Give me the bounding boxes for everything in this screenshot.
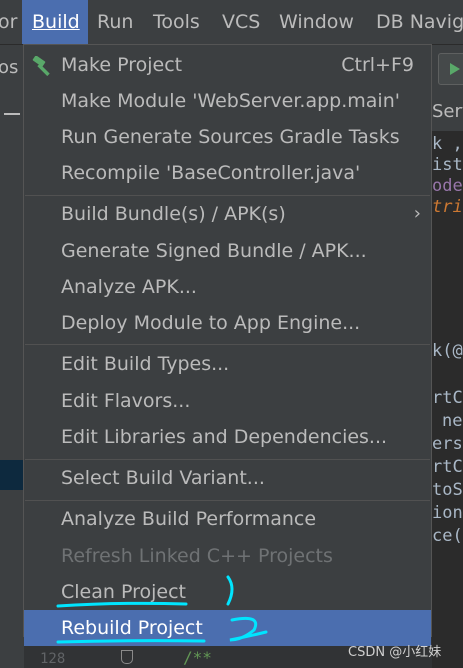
menu-separator bbox=[25, 344, 430, 345]
menu-item-generate-signed[interactable]: Generate Signed Bundle / APK... bbox=[24, 233, 431, 269]
line-number: 128 bbox=[40, 651, 66, 667]
menu-item-label: Run Generate Sources Gradle Tasks bbox=[61, 126, 400, 148]
menu-db-navigator[interactable]: DB Navig bbox=[376, 0, 463, 44]
menu-item-label: Deploy Module to App Engine... bbox=[61, 312, 361, 334]
minimize-icon[interactable] bbox=[4, 113, 20, 115]
menu-item-label: Edit Flavors... bbox=[61, 390, 191, 412]
hammer-icon bbox=[32, 56, 50, 76]
menu-item-label: Analyze APK... bbox=[61, 276, 197, 298]
code-fragment: ist bbox=[432, 155, 463, 175]
main-menu-bar: or Build Run Tools VCS Window DB Navig bbox=[0, 0, 463, 45]
menu-run[interactable]: Run bbox=[97, 0, 133, 44]
run-icon bbox=[450, 63, 460, 75]
editor-background: Serv k , ist odel tri k(@ rtC ne ers rtC… bbox=[432, 45, 463, 668]
menu-item-make-module[interactable]: Make Module 'WebServer.app.main' bbox=[24, 83, 431, 119]
code-fragment: toS bbox=[432, 480, 463, 500]
menu-item-edit-flavors[interactable]: Edit Flavors... bbox=[24, 383, 431, 419]
code-fragment: k , bbox=[432, 134, 463, 154]
menu-item-label: Make Project bbox=[61, 54, 183, 76]
code-comment: /** bbox=[183, 648, 212, 667]
menu-window[interactable]: Window bbox=[279, 0, 354, 44]
menu-item-shortcut: Ctrl+F9 bbox=[341, 54, 414, 76]
menu-item-label: Edit Build Types... bbox=[61, 353, 230, 375]
menu-item-label: Refresh Linked C++ Projects bbox=[61, 545, 333, 567]
code-fragment: rtC bbox=[432, 457, 463, 477]
menu-tools[interactable]: Tools bbox=[153, 0, 200, 44]
menu-item-build-bundle[interactable]: Build Bundle(s) / APK(s) › bbox=[24, 196, 431, 232]
menu-item-label: Edit Libraries and Dependencies... bbox=[61, 426, 388, 448]
menu-item-label: Rebuild Project bbox=[61, 617, 203, 639]
menu-item-make-project[interactable]: Make Project Ctrl+F9 bbox=[24, 47, 431, 83]
menu-item-analyze-build-performance[interactable]: Analyze Build Performance bbox=[24, 501, 431, 537]
menu-item-label: Generate Signed Bundle / APK... bbox=[61, 240, 367, 262]
menu-item-label: Build Bundle(s) / APK(s) bbox=[61, 203, 286, 225]
menu-item-label: Recompile 'BaseController.java' bbox=[61, 162, 361, 184]
menu-item-edit-build-types[interactable]: Edit Build Types... bbox=[24, 346, 431, 382]
menu-item-refresh-linked-cpp: Refresh Linked C++ Projects bbox=[24, 538, 431, 574]
menu-item-partial[interactable]: or bbox=[0, 0, 17, 44]
menu-build-label: Build bbox=[32, 11, 80, 33]
chevron-right-icon: › bbox=[413, 203, 421, 224]
watermark-text: CSDN @小红妹 bbox=[348, 645, 442, 660]
code-fragment: tri bbox=[432, 197, 463, 217]
code-fragment: odel bbox=[432, 176, 463, 196]
build-menu-dropdown: Make Project Ctrl+F9 Make Module 'WebSer… bbox=[23, 44, 432, 646]
editor-tab[interactable]: Serv bbox=[432, 101, 463, 122]
menu-build[interactable]: Build bbox=[22, 0, 88, 44]
menu-item-label: Make Module 'WebServer.app.main' bbox=[61, 90, 400, 112]
menu-item-deploy-app-engine[interactable]: Deploy Module to App Engine... bbox=[24, 305, 431, 341]
menu-item-recompile[interactable]: Recompile 'BaseController.java' bbox=[24, 155, 431, 191]
menu-vcs[interactable]: VCS bbox=[222, 0, 260, 44]
code-fragment: k(@ bbox=[432, 341, 463, 361]
menu-item-edit-libraries[interactable]: Edit Libraries and Dependencies... bbox=[24, 419, 431, 455]
menu-item-label: Select Build Variant... bbox=[61, 467, 265, 489]
left-fragment: os bbox=[0, 57, 19, 78]
shield-icon bbox=[121, 650, 133, 664]
menu-item-label: Clean Project bbox=[61, 581, 186, 603]
code-fragment: ion bbox=[432, 503, 463, 523]
menu-item-select-build-variant[interactable]: Select Build Variant... bbox=[24, 460, 431, 496]
code-fragment: rtC bbox=[432, 388, 463, 408]
code-fragment: ne bbox=[442, 411, 463, 431]
code-fragment: ce( bbox=[432, 526, 463, 546]
selected-tree-row[interactable] bbox=[0, 460, 24, 490]
menu-item-label: Analyze Build Performance bbox=[61, 508, 317, 530]
menu-item-analyze-apk[interactable]: Analyze APK... bbox=[24, 269, 431, 305]
menu-item-run-generate-sources[interactable]: Run Generate Sources Gradle Tasks bbox=[24, 119, 431, 155]
code-fragment: ers bbox=[432, 434, 463, 454]
menu-item-clean-project[interactable]: Clean Project bbox=[24, 574, 431, 610]
left-panel-strip: os bbox=[0, 45, 24, 668]
